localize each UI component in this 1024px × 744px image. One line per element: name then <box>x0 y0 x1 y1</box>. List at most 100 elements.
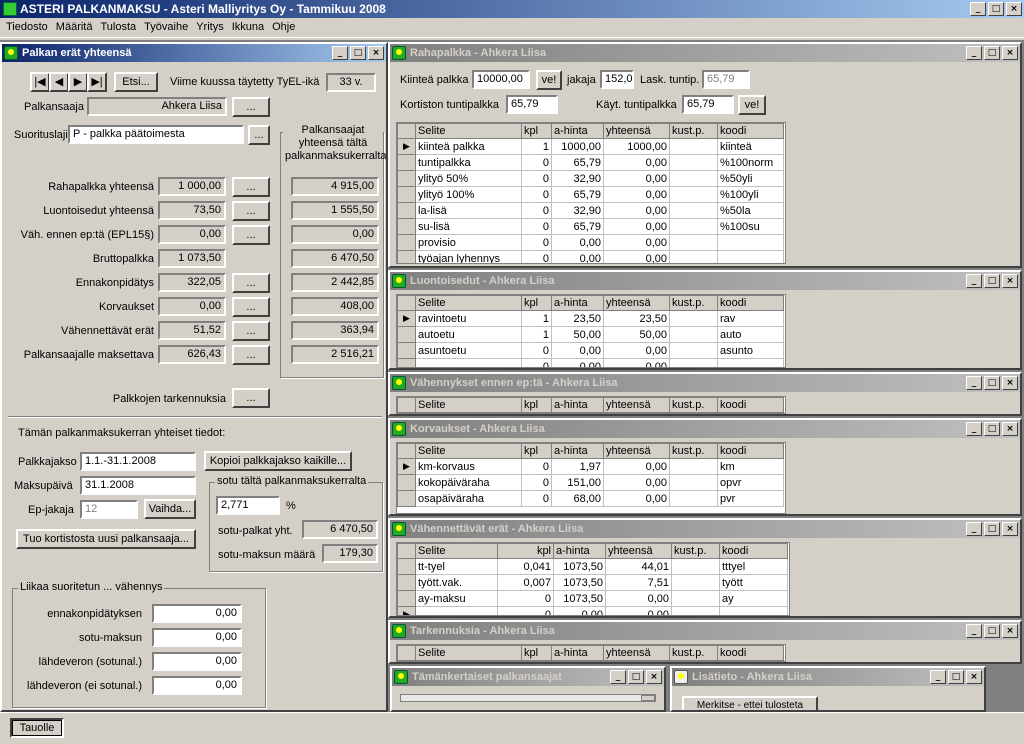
raha-close-button[interactable]: × <box>1002 46 1018 60</box>
vahe-minimize-button[interactable]: _ <box>966 522 982 536</box>
vah-minimize-button[interactable]: _ <box>966 376 982 390</box>
etsi-button[interactable]: Etsi... <box>114 72 158 92</box>
tark-minimize-button[interactable]: _ <box>966 624 982 638</box>
tam-close-button[interactable]: × <box>646 670 662 684</box>
scrollbar-thumb[interactable] <box>641 695 655 701</box>
luontoisedut-button[interactable]: ... <box>232 201 270 221</box>
main-minimize-button[interactable]: _ <box>332 46 348 60</box>
liikaa-lahde-eisotu-input[interactable]: 0,00 <box>152 676 242 695</box>
jakaja-input[interactable]: 152,0 <box>600 70 634 89</box>
main-maximize-button[interactable]: □ <box>350 46 366 60</box>
ennakonpidatys-button[interactable]: ... <box>232 273 270 293</box>
menu-tyovaihe[interactable]: Työvaihe <box>140 18 192 37</box>
korvaukset-button[interactable]: ... <box>232 297 270 317</box>
tauolle-button[interactable]: Tauolle <box>10 718 64 738</box>
menu-ikkuna[interactable]: Ikkuna <box>228 18 268 37</box>
lisa-close-button[interactable]: × <box>966 670 982 684</box>
table-row[interactable]: ▶ kiinteä palkka 1 1000,00 1000,00 kiinteä <box>397 138 784 155</box>
table-row[interactable]: tt-tyel 0,041 1073,50 44,01 tttyel <box>397 558 788 575</box>
table-row[interactable]: ylityö 50% 0 32,90 0,00 %50yli <box>397 170 784 187</box>
lisa-minimize-button[interactable]: _ <box>930 670 946 684</box>
last-record-button[interactable]: ▶| <box>87 72 107 92</box>
prev-record-button[interactable]: ◀ <box>49 72 69 92</box>
grid-header: Selite kpl a-hinta yhteensä kust.p. koodi <box>397 295 784 311</box>
tarkennuksia-grid[interactable]: Selite kpl a-hinta yhteensä kust.p. koodi <box>396 644 786 662</box>
rahapalkka-button[interactable]: ... <box>232 177 270 197</box>
table-row[interactable]: la-lisä 0 32,90 0,00 %50la <box>397 202 784 219</box>
kiintea-ve-button[interactable]: ve! <box>536 70 562 90</box>
liikaa-ennak-input[interactable]: 0,00 <box>152 604 242 623</box>
tam-maximize-button[interactable]: □ <box>628 670 644 684</box>
close-button[interactable]: × <box>1006 2 1022 16</box>
kortiston-input[interactable]: 65,79 <box>506 95 558 114</box>
palkkajakso-input[interactable]: 1.1.-31.1.2008 <box>80 452 196 471</box>
raha-minimize-button[interactable]: _ <box>966 46 982 60</box>
minimize-button[interactable]: _ <box>970 2 986 16</box>
table-row[interactable]: provisio 0 0,00 0,00 <box>397 234 784 251</box>
luontoisedut-grid[interactable]: Selite kpl a-hinta yhteensä kust.p. koodi ▶ ra… <box>396 294 786 368</box>
table-row[interactable]: asuntoetu 0 0,00 0,00 asunto <box>397 342 784 359</box>
tuo-kortistosta-button[interactable]: Tuo kortistosta uusi palkansaaja... <box>16 529 196 549</box>
menu-maarita[interactable]: Määritä <box>52 18 97 37</box>
liikaa-sotu-input[interactable]: 0,00 <box>152 628 242 647</box>
korv-close-button[interactable]: × <box>1002 422 1018 436</box>
menu-tulosta[interactable]: Tulosta <box>96 18 140 37</box>
horizontal-scrollbar[interactable] <box>400 694 656 702</box>
suorituslaji-field[interactable]: P - palkka päätoimesta <box>68 125 244 144</box>
liikaa-lahde-sotu-input[interactable]: 0,00 <box>152 652 242 671</box>
vahennettavat-button[interactable]: ... <box>232 321 270 341</box>
table-row[interactable]: ▶ km-korvaus 0 1,97 0,00 km <box>397 458 784 475</box>
table-row[interactable]: ▶ ravintoetu 1 23,50 23,50 rav <box>397 310 784 327</box>
luonto-maximize-button[interactable]: □ <box>984 274 1000 288</box>
vah-ennen-ep-button[interactable]: ... <box>232 225 270 245</box>
tark-maximize-button[interactable]: □ <box>984 624 1000 638</box>
tarkennuksia-button[interactable]: ... <box>232 388 270 408</box>
raha-maximize-button[interactable]: □ <box>984 46 1000 60</box>
first-record-button[interactable]: |◀ <box>30 72 50 92</box>
tam-minimize-button[interactable]: _ <box>610 670 626 684</box>
table-row[interactable]: ▶ 0 0,00 0,00 <box>397 606 788 615</box>
menu-yritys[interactable]: Yritys <box>192 18 228 37</box>
epjakaja-input[interactable]: 12 <box>80 500 138 519</box>
luonto-close-button[interactable]: × <box>1002 274 1018 288</box>
korv-maximize-button[interactable]: □ <box>984 422 1000 436</box>
table-row[interactable]: kokopäiväraha 0 151,00 0,00 opvr <box>397 474 784 491</box>
menu-tiedosto[interactable]: Tiedosto <box>2 18 52 37</box>
suorituslaji-select-button[interactable]: ... <box>248 125 270 145</box>
table-row[interactable]: ylityö 100% 0 65,79 0,00 %100yli <box>397 186 784 203</box>
sotu-pct-input[interactable]: 2,771 <box>216 496 280 515</box>
table-row[interactable]: su-lisä 0 65,79 0,00 %100su <box>397 218 784 235</box>
vahe-maximize-button[interactable]: □ <box>984 522 1000 536</box>
table-row[interactable]: työajan lyhennys 0 0,00 0,00 <box>397 250 784 263</box>
maksupaiva-input[interactable]: 31.1.2008 <box>80 476 196 495</box>
main-close-button[interactable]: × <box>368 46 384 60</box>
next-record-button[interactable]: ▶ <box>68 72 88 92</box>
maximize-button[interactable]: □ <box>988 2 1004 16</box>
luonto-minimize-button[interactable]: _ <box>966 274 982 288</box>
merkitse-button[interactable]: Merkitse - ettei tulosteta <box>682 696 818 710</box>
table-row[interactable]: autoetu 1 50,00 50,00 auto <box>397 326 784 343</box>
menu-ohje[interactable]: Ohje <box>268 18 299 37</box>
rahapalkka-grid[interactable]: Selite kpl a-hinta yhteensä kust.p. koodi ▶ ki… <box>396 122 786 264</box>
table-row[interactable]: 0 0,00 0,00 <box>397 358 784 367</box>
kiintea-input[interactable]: 10000,00 <box>472 70 530 89</box>
tark-close-button[interactable]: × <box>1002 624 1018 638</box>
vahe-close-button[interactable]: × <box>1002 522 1018 536</box>
lisa-maximize-button[interactable]: □ <box>948 670 964 684</box>
table-row[interactable]: tyött.vak. 0,007 1073,50 7,51 tyött <box>397 574 788 591</box>
vahennettavat-grid[interactable]: Selite kpl a-hinta yhteensä kust.p. koodi tt-… <box>396 542 790 616</box>
vahennykset-grid[interactable]: Selite kpl a-hinta yhteensä kust.p. koodi <box>396 396 786 414</box>
korvaukset-grid[interactable]: Selite kpl a-hinta yhteensä kust.p. koodi ▶ km… <box>396 442 786 514</box>
kopioi-button[interactable]: Kopioi palkkajakso kaikille... <box>204 451 352 471</box>
kayt-ve-button[interactable]: ve! <box>738 95 766 115</box>
palkansaaja-select-button[interactable]: ... <box>232 97 270 117</box>
korv-minimize-button[interactable]: _ <box>966 422 982 436</box>
vaihda-button[interactable]: Vaihda... <box>144 499 196 519</box>
table-row[interactable]: tuntipalkka 0 65,79 0,00 %100norm <box>397 154 784 171</box>
table-row[interactable]: ay-maksu 0 1073,50 0,00 ay <box>397 590 788 607</box>
vah-maximize-button[interactable]: □ <box>984 376 1000 390</box>
vah-close-button[interactable]: × <box>1002 376 1018 390</box>
maksettava-button[interactable]: ... <box>232 345 270 365</box>
table-row[interactable]: osapäiväraha 0 68,00 0,00 pvr <box>397 490 784 507</box>
kayt-input[interactable]: 65,79 <box>682 95 734 114</box>
